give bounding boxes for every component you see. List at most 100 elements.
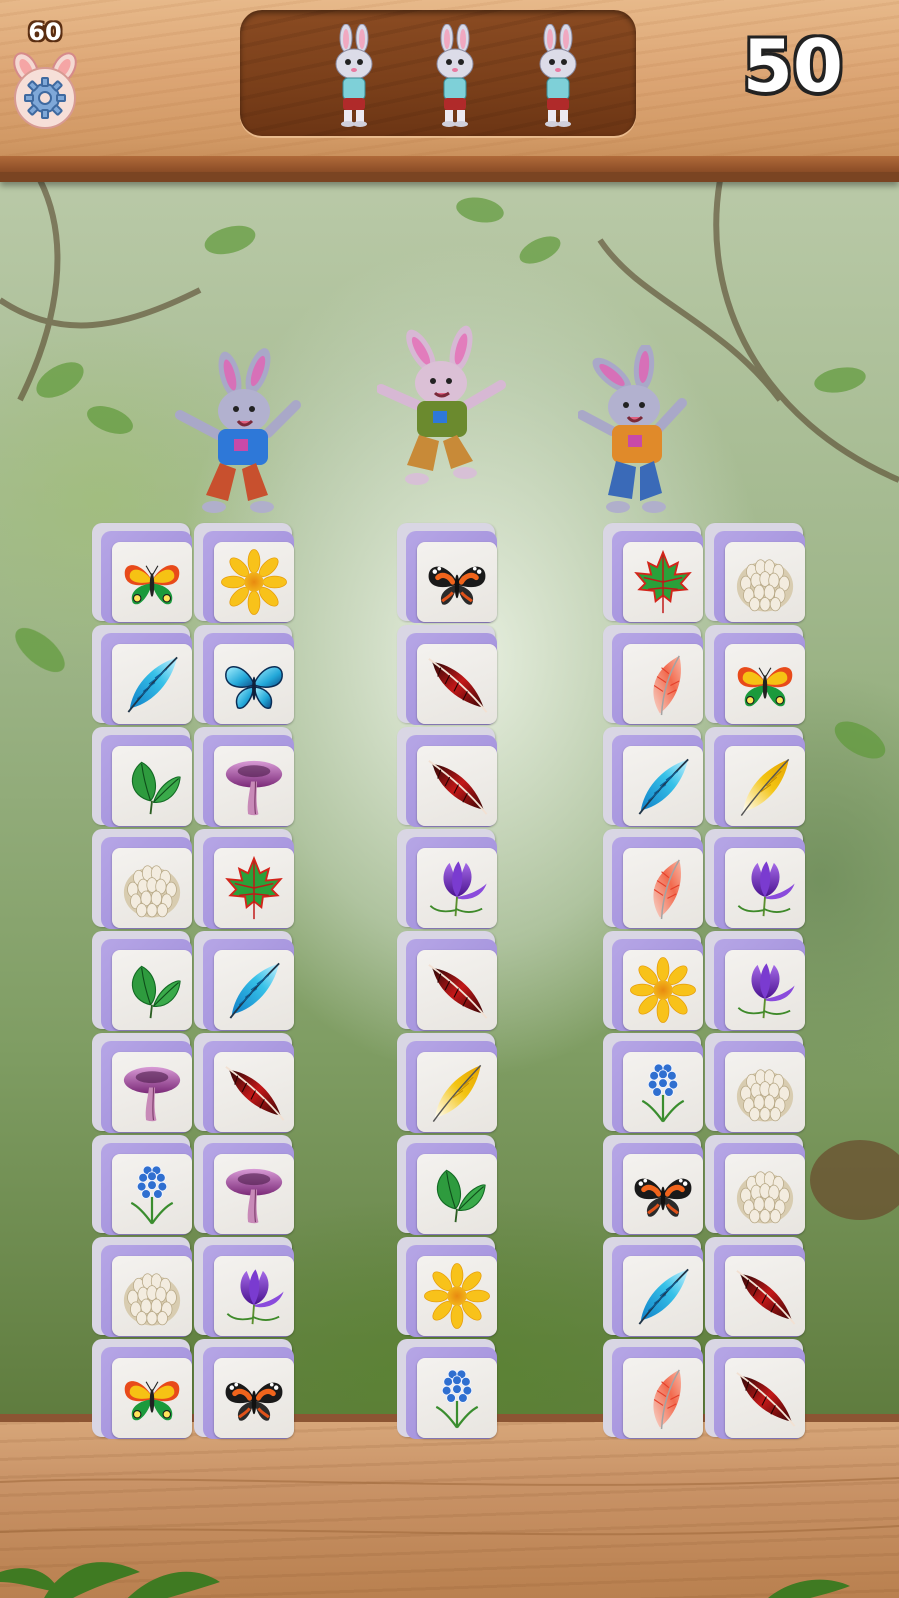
tile-feather-red[interactable]	[705, 1339, 805, 1439]
tile-cauliflower-mushroom[interactable]	[705, 523, 805, 623]
maple-leaf-icon	[626, 545, 700, 619]
score-display: 50	[742, 24, 843, 108]
tile-feather-red[interactable]	[397, 727, 497, 827]
lives-panel	[240, 10, 636, 136]
hyacinth-blue-icon	[420, 1361, 494, 1435]
hyacinth-blue-icon	[626, 1055, 700, 1129]
feather-yellow-icon	[728, 749, 802, 823]
cauliflower-mushroom-icon	[115, 851, 189, 925]
leaf-green-icon	[115, 953, 189, 1027]
hyacinth-blue-icon	[115, 1157, 189, 1231]
wooden-ground	[0, 1414, 899, 1598]
tile-feather-red[interactable]	[194, 1033, 294, 1133]
tile-cauliflower-mushroom[interactable]	[92, 1237, 192, 1337]
feather-coral-icon	[626, 851, 700, 925]
maple-leaf-icon	[217, 851, 291, 925]
leaf-green-icon	[420, 1157, 494, 1231]
tile-hyacinth-blue[interactable]	[603, 1033, 703, 1133]
tile-leaf-green[interactable]	[92, 727, 192, 827]
feather-red-icon	[420, 953, 494, 1027]
tile-feather-blue[interactable]	[92, 625, 192, 725]
tile-crocus-purple[interactable]	[705, 829, 805, 929]
tile-mushroom-purple[interactable]	[194, 727, 294, 827]
tile-feather-yellow[interactable]	[705, 727, 805, 827]
feather-coral-icon	[626, 647, 700, 721]
mushroom-purple-icon	[217, 749, 291, 823]
dancing-bunny-green-shirt	[377, 325, 506, 485]
sunflower-yellow-icon	[217, 545, 291, 619]
morpho-butterfly-icon	[217, 647, 291, 721]
sunflower-yellow-icon	[420, 1259, 494, 1333]
tile-mushroom-purple[interactable]	[194, 1135, 294, 1235]
admiral-butterfly-icon	[217, 1361, 291, 1435]
bunny-life-icon	[324, 24, 384, 128]
tile-maple-leaf[interactable]	[194, 829, 294, 929]
rainbow-butterfly-icon	[728, 647, 802, 721]
tile-crocus-purple[interactable]	[397, 829, 497, 929]
mushroom-purple-icon	[115, 1055, 189, 1129]
leaf-green-icon	[115, 749, 189, 823]
cauliflower-mushroom-icon	[728, 1055, 802, 1129]
tile-admiral-butterfly[interactable]	[603, 1135, 703, 1235]
feather-blue-icon	[626, 1259, 700, 1333]
tile-cauliflower-mushroom[interactable]	[705, 1135, 805, 1235]
gear-icon	[13, 52, 77, 129]
bunny-life-icon	[528, 24, 588, 128]
tile-crocus-purple[interactable]	[194, 1237, 294, 1337]
tile-cauliflower-mushroom[interactable]	[92, 829, 192, 929]
tile-sunflower-yellow[interactable]	[603, 931, 703, 1031]
tile-crocus-purple[interactable]	[705, 931, 805, 1031]
tile-sunflower-yellow[interactable]	[397, 1237, 497, 1337]
tile-leaf-green[interactable]	[397, 1135, 497, 1235]
feather-blue-icon	[115, 647, 189, 721]
tile-feather-coral[interactable]	[603, 1339, 703, 1439]
feather-coral-icon	[626, 1361, 700, 1435]
cauliflower-mushroom-icon	[728, 1157, 802, 1231]
tile-cauliflower-mushroom[interactable]	[705, 1033, 805, 1133]
tile-hyacinth-blue[interactable]	[92, 1135, 192, 1235]
tile-maple-leaf[interactable]	[603, 523, 703, 623]
feather-red-icon	[728, 1361, 802, 1435]
tile-feather-coral[interactable]	[603, 625, 703, 725]
tile-feather-red[interactable]	[397, 931, 497, 1031]
tile-feather-blue[interactable]	[194, 931, 294, 1031]
feather-yellow-icon	[420, 1055, 494, 1129]
dancing-bunny-blue-shirt	[175, 348, 301, 513]
tile-hyacinth-blue[interactable]	[397, 1339, 497, 1439]
top-bar: 60 50	[0, 0, 899, 182]
tile-feather-yellow[interactable]	[397, 1033, 497, 1133]
tile-rainbow-butterfly[interactable]	[92, 523, 192, 623]
tile-leaf-green[interactable]	[92, 931, 192, 1031]
tile-feather-blue[interactable]	[603, 727, 703, 827]
cauliflower-mushroom-icon	[115, 1259, 189, 1333]
tile-admiral-butterfly[interactable]	[194, 1339, 294, 1439]
admiral-butterfly-icon	[420, 545, 494, 619]
cauliflower-mushroom-icon	[728, 545, 802, 619]
admiral-butterfly-icon	[626, 1157, 700, 1231]
dancing-bunny-orange-shirt	[578, 345, 687, 513]
tile-rainbow-butterfly[interactable]	[705, 625, 805, 725]
rainbow-butterfly-icon	[115, 545, 189, 619]
moves-counter: 60	[28, 18, 62, 46]
tile-mushroom-purple[interactable]	[92, 1033, 192, 1133]
tile-feather-red[interactable]	[705, 1237, 805, 1337]
crocus-purple-icon	[728, 851, 802, 925]
tile-sunflower-yellow[interactable]	[194, 523, 294, 623]
tile-feather-red[interactable]	[397, 625, 497, 725]
tile-feather-blue[interactable]	[603, 1237, 703, 1337]
sunflower-yellow-icon	[626, 953, 700, 1027]
crocus-purple-icon	[217, 1259, 291, 1333]
feather-red-icon	[728, 1259, 802, 1333]
feather-red-icon	[420, 647, 494, 721]
bunny-life-icon	[425, 24, 485, 128]
feather-red-icon	[420, 749, 494, 823]
tile-feather-coral[interactable]	[603, 829, 703, 929]
tile-morpho-butterfly[interactable]	[194, 625, 294, 725]
tile-admiral-butterfly[interactable]	[397, 523, 497, 623]
feather-red-icon	[217, 1055, 291, 1129]
tile-rainbow-butterfly[interactable]	[92, 1339, 192, 1439]
feather-blue-icon	[626, 749, 700, 823]
mushroom-purple-icon	[217, 1157, 291, 1231]
feather-blue-icon	[217, 953, 291, 1027]
settings-button[interactable]	[4, 50, 86, 132]
